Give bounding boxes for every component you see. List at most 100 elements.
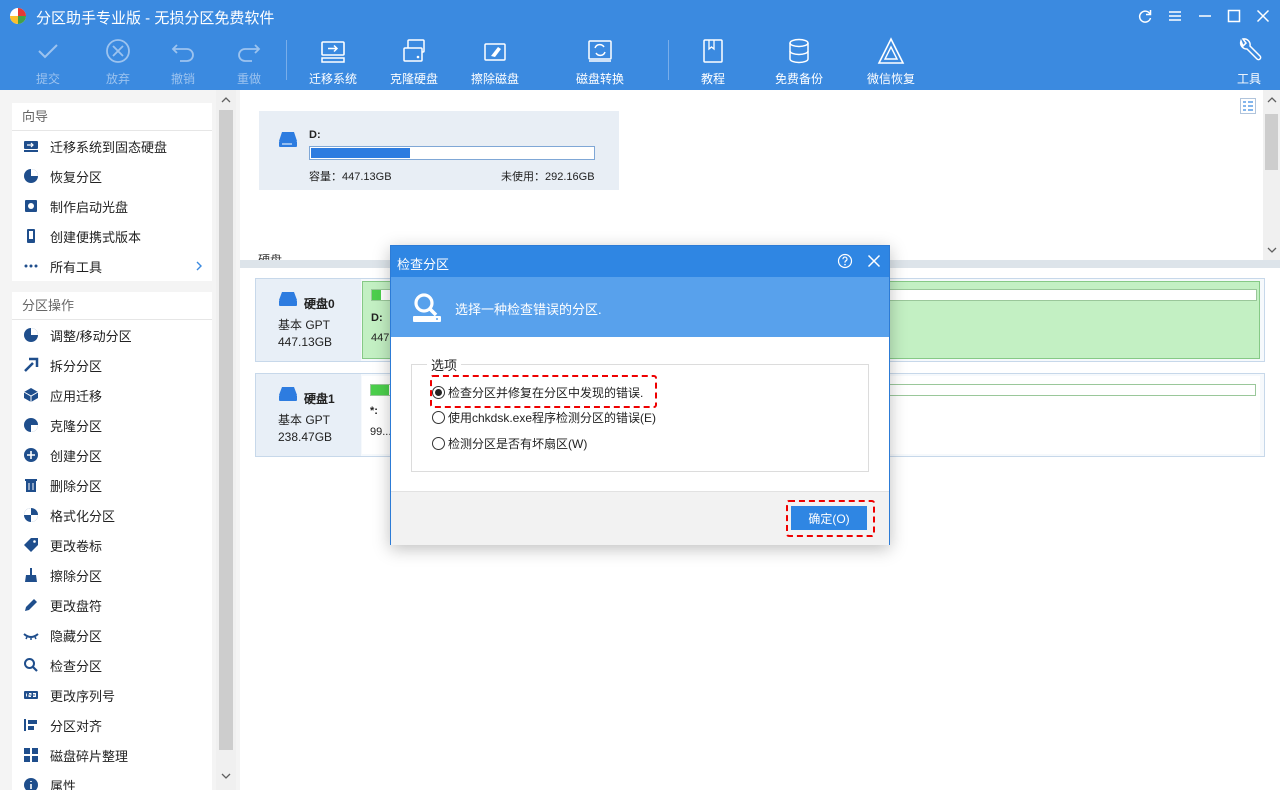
commit-button[interactable]: 提交 [30,36,66,88]
maximize-button[interactable] [1222,4,1246,28]
wipe-disk-icon [484,43,506,61]
partition-usage-fill [371,385,389,395]
discard-button[interactable]: 放弃 [100,36,136,88]
properties-icon [24,778,38,790]
sidebar-item-label: 应用迁移 [50,388,103,404]
redo-button[interactable]: 重做 [231,36,267,88]
sidebar-item-all-tools[interactable]: 所有工具 [12,251,212,281]
sidebar-item-resize-move[interactable]: 调整/移动分区 [12,320,212,350]
radio-button[interactable] [432,410,445,424]
sidebar-item-change-serial[interactable]: 更改序列号 [12,680,212,710]
sidebar-item-check-partition[interactable]: 检查分区 [12,650,212,680]
partition-usage-fill [311,148,411,158]
app-migrate-icon [23,388,39,402]
dialog-header-text: 选择一种检查错误的分区. [455,302,602,317]
partition-label: D: [371,312,383,324]
broom-icon [25,568,37,582]
toolbar: 提交 放弃 撤销 重做 迁移系统 克隆硬盘 擦除磁盘 磁盘转换 教程 免费备份 … [0,32,1280,90]
sidebar-item-label: 隐藏分区 [50,628,103,644]
sidebar-item-label: 所有工具 [50,259,103,275]
undo-icon [171,44,194,62]
clone-disk-button[interactable]: 克隆硬盘 [387,36,441,88]
option-label: 检测分区是否有坏扇区(W) [448,436,588,451]
sidebar-item-restore-partition[interactable]: 恢复分区 [12,161,212,191]
highlight-annotation [430,375,657,408]
wipe-disk-button[interactable]: 擦除磁盘 [468,36,522,88]
sidebar-item-clone-partition[interactable]: 克隆分区 [12,410,212,440]
sidebar-item-bootable-disc[interactable]: 制作启动光盘 [12,191,212,221]
tools-button[interactable]: 工具 [1234,36,1264,88]
tutorial-label: 教程 [700,72,725,86]
sidebar-item-change-drive-letter[interactable]: 更改盘符 [12,590,212,620]
sidebar-item-hide-partition[interactable]: 隐藏分区 [12,620,212,650]
wipe-disk-label: 擦除磁盘 [470,72,519,86]
menu-button[interactable] [1163,4,1187,28]
left-panel-scrollbar[interactable] [216,90,236,790]
view-toggle-icon[interactable] [1240,98,1256,114]
highlight-annotation [786,500,875,537]
free-backup-button[interactable]: 免费备份 [772,36,826,88]
wechat-recovery-label: 微信恢复 [866,72,915,86]
disk-convert-button[interactable]: 磁盘转换 [573,36,627,88]
chevron-right-icon [196,261,202,271]
help-icon[interactable] [837,253,853,269]
sidebar-item-align-partition[interactable]: 分区对齐 [12,710,212,740]
option-bad-sectors[interactable]: 检测分区是否有坏扇区(W) [432,434,587,452]
sidebar-item-portable-version[interactable]: 创建便携式版本 [12,221,212,251]
sidebar-item-label: 克隆分区 [50,418,103,434]
radio-button[interactable] [432,436,445,450]
minimize-icon [1199,15,1211,17]
wechat-recovery-button[interactable]: 微信恢复 [864,36,918,88]
sidebar-item-defragment[interactable]: 磁盘碎片整理 [12,740,212,770]
sidebar-item-format-partition[interactable]: 格式化分区 [12,500,212,530]
sidebar-item-properties[interactable]: 属性 [12,770,212,790]
scrollbar-thumb[interactable] [1265,114,1278,170]
scroll-up-arrow-icon[interactable] [1267,96,1277,104]
disk-size: 238.47GB [278,430,333,444]
app-logo-icon [10,8,26,24]
undo-button[interactable]: 撤销 [165,36,201,88]
left-panel: 向导 迁移系统到固态硬盘 恢复分区 制作启动光盘 创建便携式版本 所有工具 分区… [0,90,240,790]
sidebar-item-wipe-partition[interactable]: 擦除分区 [12,560,212,590]
close-button[interactable] [1251,4,1275,28]
partition-label: *: [370,405,378,417]
sidebar-item-label: 迁移系统到固态硬盘 [50,139,168,155]
sidebar-item-split[interactable]: 拆分分区 [12,350,212,380]
dialog-close-icon[interactable] [867,254,881,268]
restore-partition-icon [24,169,38,183]
dialog-title-bar: 检查分区 [391,246,889,277]
sidebar-item-migrate-ssd[interactable]: 迁移系统到固态硬盘 [12,131,212,161]
scroll-up-arrow-icon[interactable] [221,96,231,104]
partition-usage-fill [372,290,381,300]
wrench-icon [1239,38,1262,61]
partition-view: D: 容量：447.13GB 未使用：292.16GB 硬盘 [240,90,1280,260]
partition-operations-section: 分区操作 调整/移动分区 拆分分区 应用迁移 克隆分区 创建分区 删除分区 格式… [12,292,212,790]
free-backup-label: 免费备份 [774,72,823,86]
sidebar-item-label: 制作启动光盘 [50,199,129,215]
scroll-down-arrow-icon[interactable] [1267,246,1277,254]
sidebar-item-label: 擦除分区 [50,568,103,584]
sidebar-item-label: 删除分区 [50,478,103,494]
sidebar-item-create-partition[interactable]: 创建分区 [12,440,212,470]
sidebar-item-label: 更改卷标 [50,538,103,554]
scroll-down-arrow-icon[interactable] [221,772,231,780]
sidebar-item-delete-partition[interactable]: 删除分区 [12,470,212,500]
refresh-button[interactable] [1133,4,1157,28]
migrate-ssd-icon [24,141,38,152]
clone-disk-label: 克隆硬盘 [389,72,438,86]
maximize-icon [1227,9,1241,23]
option-chkdsk[interactable]: 使用chkdsk.exe程序检测分区的错误(E) [432,408,656,426]
sidebar-item-app-migrate[interactable]: 应用迁移 [12,380,212,410]
tutorial-button[interactable]: 教程 [697,36,729,88]
migrate-os-button[interactable]: 迁移系统 [306,36,360,88]
scrollbar-thumb[interactable] [219,110,233,750]
upper-scrollbar[interactable] [1263,90,1280,260]
tools-label: 工具 [1236,72,1261,86]
partition-usage-bar [309,146,595,160]
sidebar-item-change-label[interactable]: 更改卷标 [12,530,212,560]
minimize-button[interactable] [1193,4,1217,28]
hidden-eye-icon [23,633,39,640]
disk-size: 447.13GB [278,335,333,349]
partition-capacity: 容量：447.13GB [309,171,392,183]
partition-card[interactable]: D: 容量：447.13GB 未使用：292.16GB [259,111,619,190]
